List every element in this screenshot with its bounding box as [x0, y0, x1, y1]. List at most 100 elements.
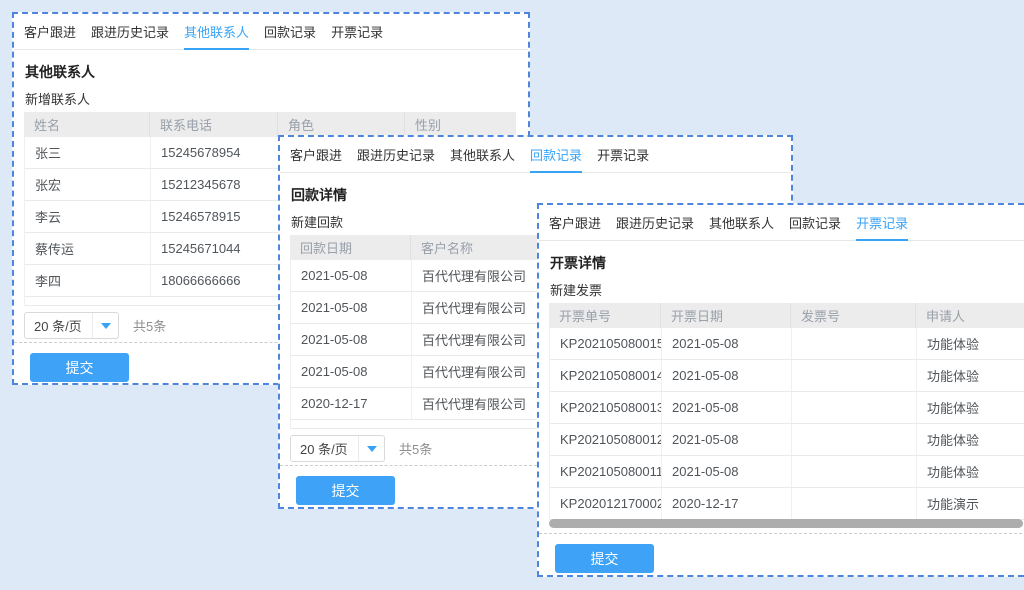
page-size-value: 20 条/页: [291, 439, 358, 458]
cell-ticket-no: [792, 360, 917, 391]
new-invoice-link[interactable]: 新建发票: [550, 280, 602, 299]
cell-invoice-no: KP202105080014: [550, 360, 662, 391]
new-payment-link[interactable]: 新建回款: [291, 212, 343, 231]
chevron-down-icon: [367, 446, 377, 452]
tab-invoice-records[interactable]: 开票记录: [856, 205, 908, 240]
column-header-name: 姓名: [24, 112, 150, 137]
cell-name: 蔡传运: [25, 233, 151, 264]
cell-invoice-date: 2020-12-17: [662, 488, 792, 519]
cell-invoice-no: KP202012170002: [550, 488, 662, 519]
cell-name: 张宏: [25, 169, 151, 200]
section-title: 其他联系人: [25, 62, 95, 82]
cell-phone: 18066666666: [151, 265, 279, 296]
cell-invoice-date: 2021-05-08: [662, 360, 792, 391]
cell-applicant: 功能体验: [917, 328, 1024, 359]
column-header-phone: 联系电话: [150, 112, 278, 137]
tab-payment-records[interactable]: 回款记录: [789, 205, 841, 240]
cell-payment-date: 2021-05-08: [291, 356, 412, 387]
cell-payment-date: 2021-05-08: [291, 324, 412, 355]
tab-other-contacts[interactable]: 其他联系人: [450, 137, 515, 172]
page-background: { "colors": { "page_bg": "#dde9f7", "pan…: [0, 0, 1024, 590]
page-size-select[interactable]: 20 条/页: [290, 435, 385, 462]
invoices-table: 开票单号 开票日期 发票号 申请人 KP202105080015 2021-05…: [549, 303, 1024, 520]
submit-button[interactable]: 提交: [555, 544, 654, 573]
caret-box: [358, 436, 384, 461]
cell-invoice-no: KP202105080013: [550, 392, 662, 423]
table-row: KP202012170002 2020-12-17 功能演示: [550, 488, 1024, 520]
submit-button[interactable]: 提交: [296, 476, 395, 505]
column-header-role: 角色: [278, 112, 405, 137]
tab-followup-history[interactable]: 跟进历史记录: [616, 205, 694, 240]
cell-invoice-no: KP202105080012: [550, 424, 662, 455]
submit-button[interactable]: 提交: [30, 353, 129, 382]
cell-applicant: 功能体验: [917, 456, 1024, 487]
cell-ticket-no: [792, 488, 917, 519]
page-size-value: 20 条/页: [25, 316, 92, 335]
tab-other-contacts[interactable]: 其他联系人: [709, 205, 774, 240]
cell-payment-date: 2021-05-08: [291, 292, 412, 323]
cell-phone: 15246578915: [151, 201, 279, 232]
chevron-down-icon: [101, 323, 111, 329]
cell-ticket-no: [792, 456, 917, 487]
horizontal-scrollbar[interactable]: [549, 519, 1023, 528]
pagination: 20 条/页 共5条: [24, 312, 166, 339]
cell-invoice-no: KP202105080015: [550, 328, 662, 359]
column-header-invoice-no: 开票单号: [549, 303, 661, 328]
column-header-gender: 性别: [405, 112, 516, 137]
total-count: 共5条: [133, 316, 166, 335]
cell-invoice-date: 2021-05-08: [662, 328, 792, 359]
cell-payment-date: 2021-05-08: [291, 260, 412, 291]
section-title: 回款详情: [291, 185, 347, 205]
cell-applicant: 功能演示: [917, 488, 1024, 519]
cell-ticket-no: [792, 424, 917, 455]
table-row: KP202105080011 2021-05-08 功能体验: [550, 456, 1024, 488]
table-row: KP202105080014 2021-05-08 功能体验: [550, 360, 1024, 392]
tab-payment-records[interactable]: 回款记录: [530, 137, 582, 172]
tab-invoice-records[interactable]: 开票记录: [597, 137, 649, 172]
cell-invoice-date: 2021-05-08: [662, 424, 792, 455]
cell-phone: 15245678954: [151, 137, 279, 168]
table-row: KP202105080013 2021-05-08 功能体验: [550, 392, 1024, 424]
cell-ticket-no: [792, 392, 917, 423]
column-header-applicant: 申请人: [916, 303, 1024, 328]
table-body: KP202105080015 2021-05-08 功能体验 KP2021050…: [549, 328, 1024, 520]
cell-payment-date: 2020-12-17: [291, 388, 412, 419]
tab-followup-history[interactable]: 跟进历史记录: [357, 137, 435, 172]
caret-box: [92, 313, 118, 338]
tab-bar: 客户跟进 跟进历史记录 其他联系人 回款记录 开票记录: [14, 14, 528, 50]
divider: [539, 533, 1024, 534]
table-header-row: 开票单号 开票日期 发票号 申请人: [549, 303, 1024, 328]
column-header-payment-date: 回款日期: [290, 235, 411, 260]
section-title: 开票详情: [550, 253, 606, 273]
column-header-invoice-date: 开票日期: [661, 303, 791, 328]
total-count: 共5条: [399, 439, 432, 458]
tab-invoice-records[interactable]: 开票记录: [331, 14, 383, 49]
table-header-row: 姓名 联系电话 角色 性别: [24, 112, 516, 137]
cell-phone: 15212345678: [151, 169, 279, 200]
cell-name: 李云: [25, 201, 151, 232]
tab-followup-history[interactable]: 跟进历史记录: [91, 14, 169, 49]
cell-invoice-date: 2021-05-08: [662, 456, 792, 487]
tab-bar: 客户跟进 跟进历史记录 其他联系人 回款记录 开票记录: [539, 205, 1024, 241]
cell-name: 李四: [25, 265, 151, 296]
tab-payment-records[interactable]: 回款记录: [264, 14, 316, 49]
cell-invoice-no: KP202105080011: [550, 456, 662, 487]
table-row: KP202105080015 2021-05-08 功能体验: [550, 328, 1024, 360]
tab-customer-followup[interactable]: 客户跟进: [24, 14, 76, 49]
cell-invoice-date: 2021-05-08: [662, 392, 792, 423]
table-row: KP202105080012 2021-05-08 功能体验: [550, 424, 1024, 456]
add-contact-link[interactable]: 新增联系人: [25, 89, 90, 108]
cell-phone: 15245671044: [151, 233, 279, 264]
tab-customer-followup[interactable]: 客户跟进: [549, 205, 601, 240]
page-size-select[interactable]: 20 条/页: [24, 312, 119, 339]
tab-other-contacts[interactable]: 其他联系人: [184, 14, 249, 49]
cell-name: 张三: [25, 137, 151, 168]
tab-customer-followup[interactable]: 客户跟进: [290, 137, 342, 172]
panel-invoices: 客户跟进 跟进历史记录 其他联系人 回款记录 开票记录 开票详情 新建发票 开票…: [537, 203, 1024, 577]
cell-applicant: 功能体验: [917, 360, 1024, 391]
cell-applicant: 功能体验: [917, 424, 1024, 455]
tab-bar: 客户跟进 跟进历史记录 其他联系人 回款记录 开票记录: [280, 137, 791, 173]
cell-applicant: 功能体验: [917, 392, 1024, 423]
cell-ticket-no: [792, 328, 917, 359]
column-header-ticket-no: 发票号: [791, 303, 916, 328]
